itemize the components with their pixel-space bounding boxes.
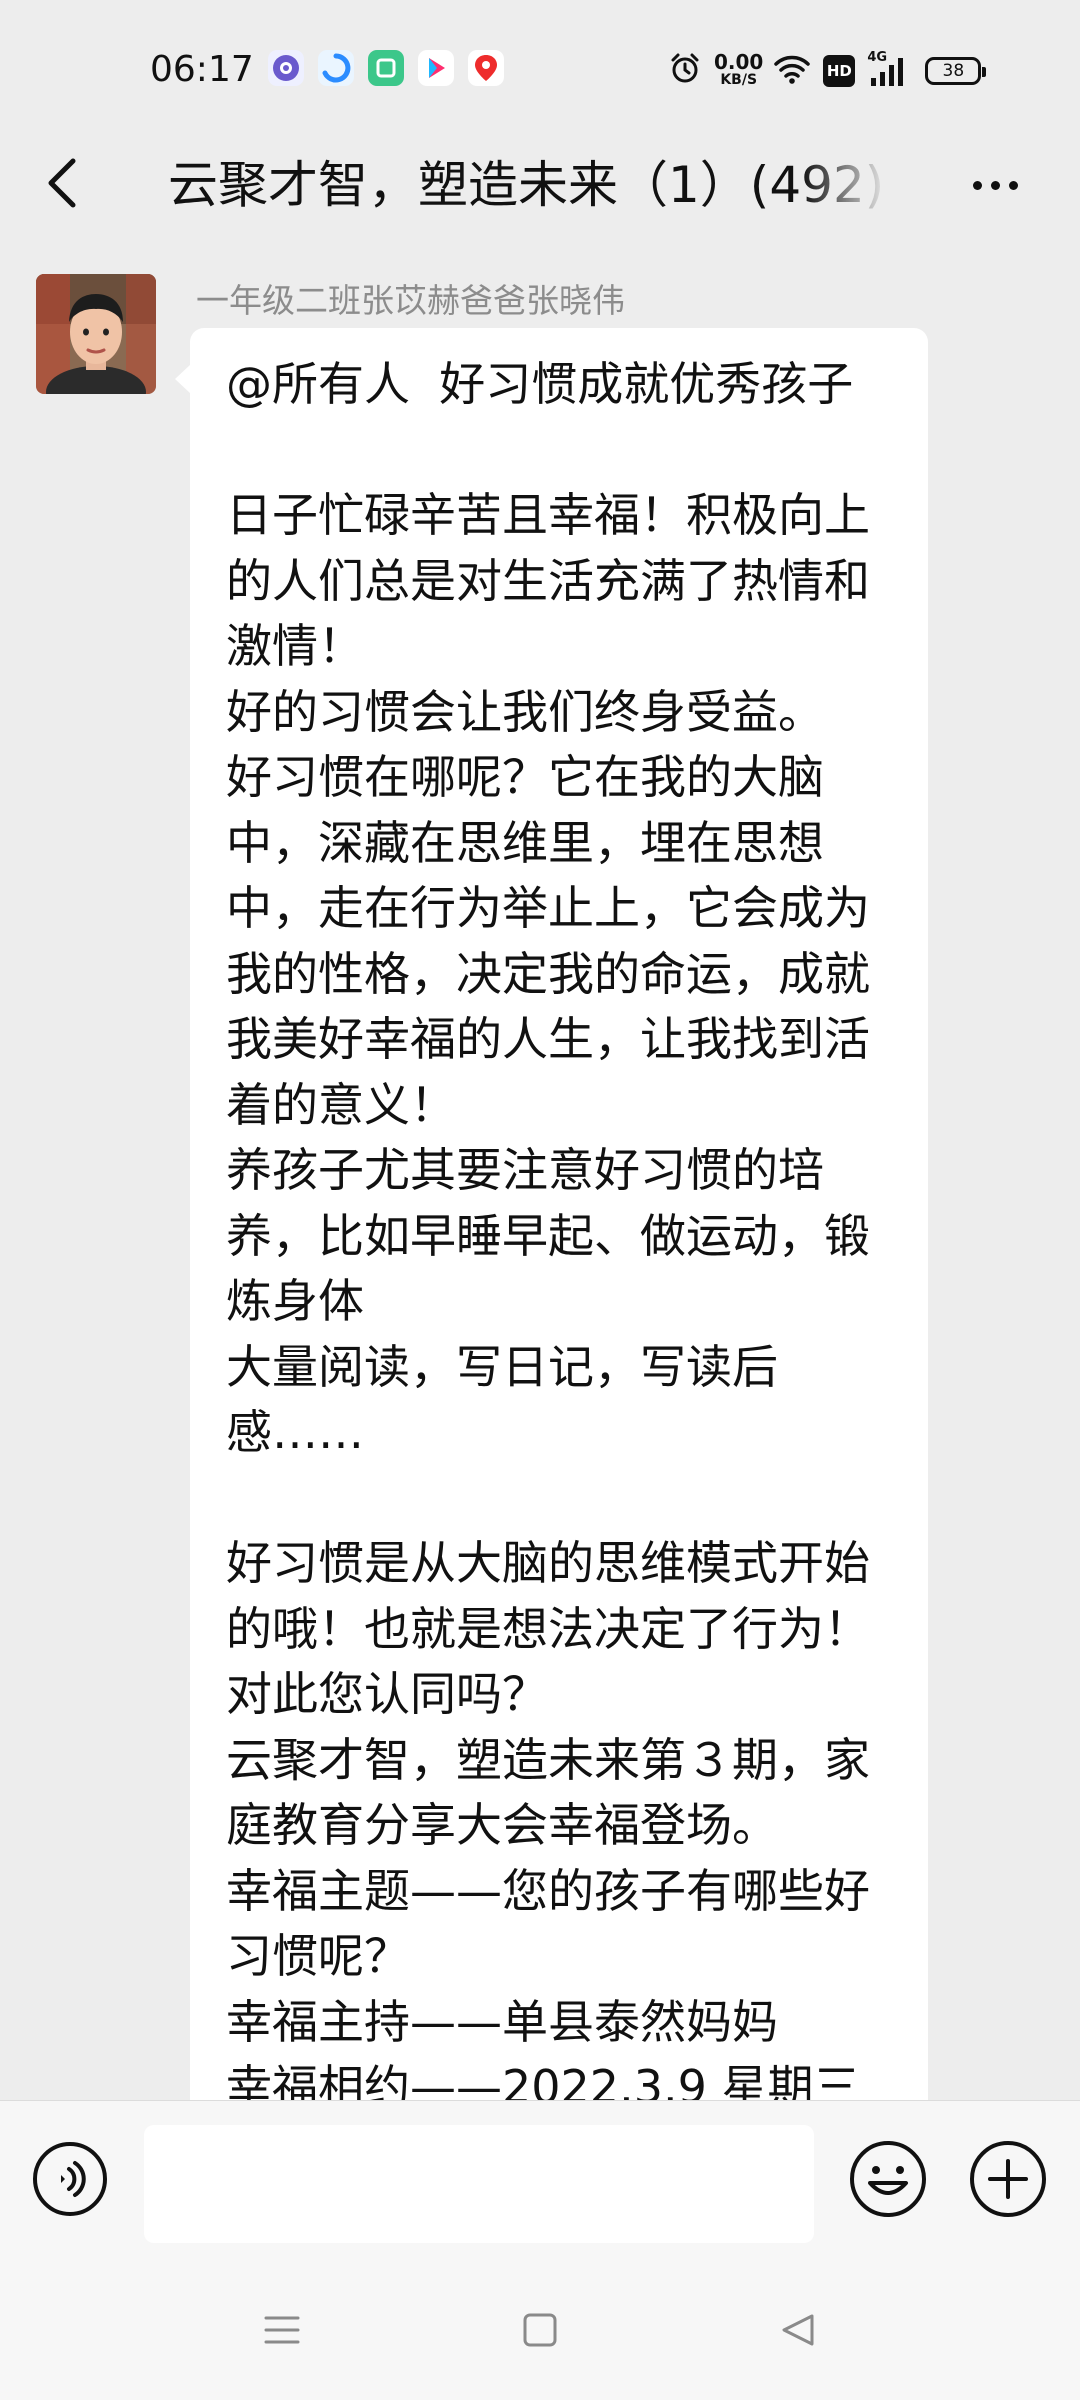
network-speed: 0.00 KB/S	[714, 50, 764, 89]
status-time: 06:17	[150, 49, 254, 90]
status-bar: 06:17 0.00 KB/S HD 4G 38	[0, 0, 1080, 130]
network-speed-value: 0.00	[714, 50, 764, 74]
emoji-button[interactable]	[848, 2141, 928, 2221]
youku-app-icon	[418, 50, 454, 86]
more-options-button[interactable]	[960, 152, 1030, 218]
message-input-bar	[0, 2100, 1080, 2263]
menu-nav-button[interactable]	[242, 2292, 322, 2372]
chat-header: 云聚才智，塑造未来（1）(492)	[0, 130, 1080, 240]
sender-name: 一年级二班张苡赫爸爸张晓伟	[196, 281, 625, 320]
network-speed-unit: KB/S	[720, 72, 758, 88]
chat-bubble-app-icon	[268, 50, 304, 86]
sender-avatar[interactable]	[36, 274, 156, 394]
voice-icon	[31, 2140, 109, 2222]
browser-app-icon	[318, 50, 354, 86]
message-bubble[interactable]: @所有人 好习惯成就优秀孩子 日子忙碌辛苦且幸福！积极向上的人们总是对生活充满了…	[175, 328, 928, 2100]
message-text: @所有人 好习惯成就优秀孩子 日子忙碌辛苦且幸福！积极向上的人们总是对生活充满了…	[226, 357, 870, 2100]
home-nav-button[interactable]	[500, 2292, 580, 2372]
smiley-icon	[848, 2139, 928, 2223]
alarm-icon	[668, 52, 702, 90]
back-button[interactable]	[26, 150, 96, 220]
more-dots-icon	[990, 180, 1000, 190]
more-functions-button[interactable]	[968, 2141, 1048, 2221]
chat-message-list[interactable]: 一年级二班张苡赫爸爸张晓伟 @所有人 好习惯成就优秀孩子 日子忙碌辛苦且幸福！积…	[0, 240, 1080, 2100]
plus-icon	[968, 2139, 1048, 2223]
hd-badge: HD	[823, 55, 856, 87]
triangle-back-icon	[778, 2310, 818, 2354]
more-dots-icon	[1008, 180, 1018, 190]
wifi-icon	[773, 53, 811, 89]
more-dots-icon	[972, 180, 982, 190]
chevron-left-icon	[41, 153, 81, 217]
notification-icons	[268, 50, 510, 86]
voice-input-button[interactable]	[30, 2141, 110, 2221]
back-nav-button[interactable]	[758, 2292, 838, 2372]
green-app-icon	[368, 50, 404, 86]
map-pin-app-icon	[468, 50, 504, 86]
battery-indicator: 38	[925, 57, 987, 85]
signal-icon: 4G	[867, 50, 911, 88]
message-input[interactable]	[144, 2125, 814, 2243]
square-home-icon	[520, 2310, 560, 2354]
menu-icon	[262, 2310, 302, 2354]
system-icons: 0.00 KB/S HD 4G 38	[668, 46, 987, 96]
system-navigation-bar	[0, 2262, 1080, 2400]
chat-title: 云聚才智，塑造未来（1）(492)	[168, 156, 885, 214]
